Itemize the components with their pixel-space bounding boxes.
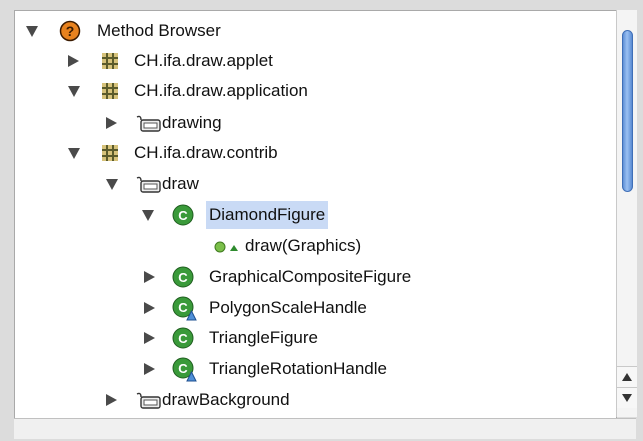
package-icon (101, 52, 119, 75)
horizontal-scrollbar-track (14, 418, 636, 439)
folder-icon (135, 392, 161, 415)
scroll-down-button[interactable] (617, 387, 637, 408)
expand-toggle-icon[interactable] (144, 332, 155, 344)
folder-icon (135, 115, 161, 138)
tree-node-label: CH.ifa.draw.contrib (134, 143, 278, 162)
class-icon: C (172, 266, 194, 293)
svg-text:C: C (178, 270, 188, 285)
method-browser-window: ? Method Browser CH.ifa.draw.applet CH.i… (0, 0, 643, 441)
class-abstract-icon: C (172, 357, 198, 388)
expand-toggle-icon[interactable] (26, 26, 38, 37)
tree-node-label: draw(Graphics) (245, 236, 362, 255)
svg-text:?: ? (66, 23, 75, 39)
tree-node-label: PolygonScaleHandle (209, 298, 367, 317)
expand-toggle-icon[interactable] (68, 86, 80, 97)
tree-node-label: Method Browser (97, 21, 221, 40)
method-icon (214, 240, 244, 259)
tree-node-label: drawBackground (162, 390, 290, 409)
package-icon (101, 144, 119, 167)
expand-toggle-icon[interactable] (106, 179, 118, 190)
expand-toggle-icon[interactable] (68, 148, 80, 159)
tree-node-label: DiamondFigure (206, 201, 329, 229)
tree-node-label: drawing (162, 113, 222, 132)
expand-toggle-icon[interactable] (68, 55, 79, 67)
scroll-up-button[interactable] (617, 366, 637, 387)
tree-node-label: TriangleFigure (209, 328, 318, 347)
svg-text:C: C (178, 208, 188, 223)
scroll-thumb[interactable] (622, 30, 633, 192)
svg-text:C: C (178, 331, 188, 346)
expand-toggle-icon[interactable] (106, 117, 117, 129)
method-browser-tree: ? Method Browser CH.ifa.draw.applet CH.i… (14, 10, 617, 419)
folder-icon (135, 176, 161, 199)
svg-text:C: C (178, 300, 188, 315)
class-icon: C (172, 204, 194, 231)
vertical-scrollbar[interactable] (616, 10, 637, 417)
expand-toggle-icon[interactable] (142, 210, 154, 221)
tree-node-label: CH.ifa.draw.applet (134, 51, 273, 70)
scroll-down-arrow-icon (622, 394, 632, 402)
scroll-up-arrow-icon (622, 373, 632, 381)
tree-node-label: TriangleRotationHandle (209, 359, 387, 378)
svg-text:C: C (178, 361, 188, 376)
tree-node-label: GraphicalCompositeFigure (209, 267, 412, 286)
class-abstract-icon: C (172, 296, 198, 327)
class-icon: C (172, 327, 194, 354)
tree-node-label: CH.ifa.draw.application (134, 81, 308, 100)
help-icon: ? (59, 20, 81, 47)
tree-node-label: draw (162, 174, 199, 193)
expand-toggle-icon[interactable] (144, 302, 155, 314)
package-icon (101, 82, 119, 105)
expand-toggle-icon[interactable] (144, 271, 155, 283)
expand-toggle-icon[interactable] (106, 394, 117, 406)
expand-toggle-icon[interactable] (144, 363, 155, 375)
